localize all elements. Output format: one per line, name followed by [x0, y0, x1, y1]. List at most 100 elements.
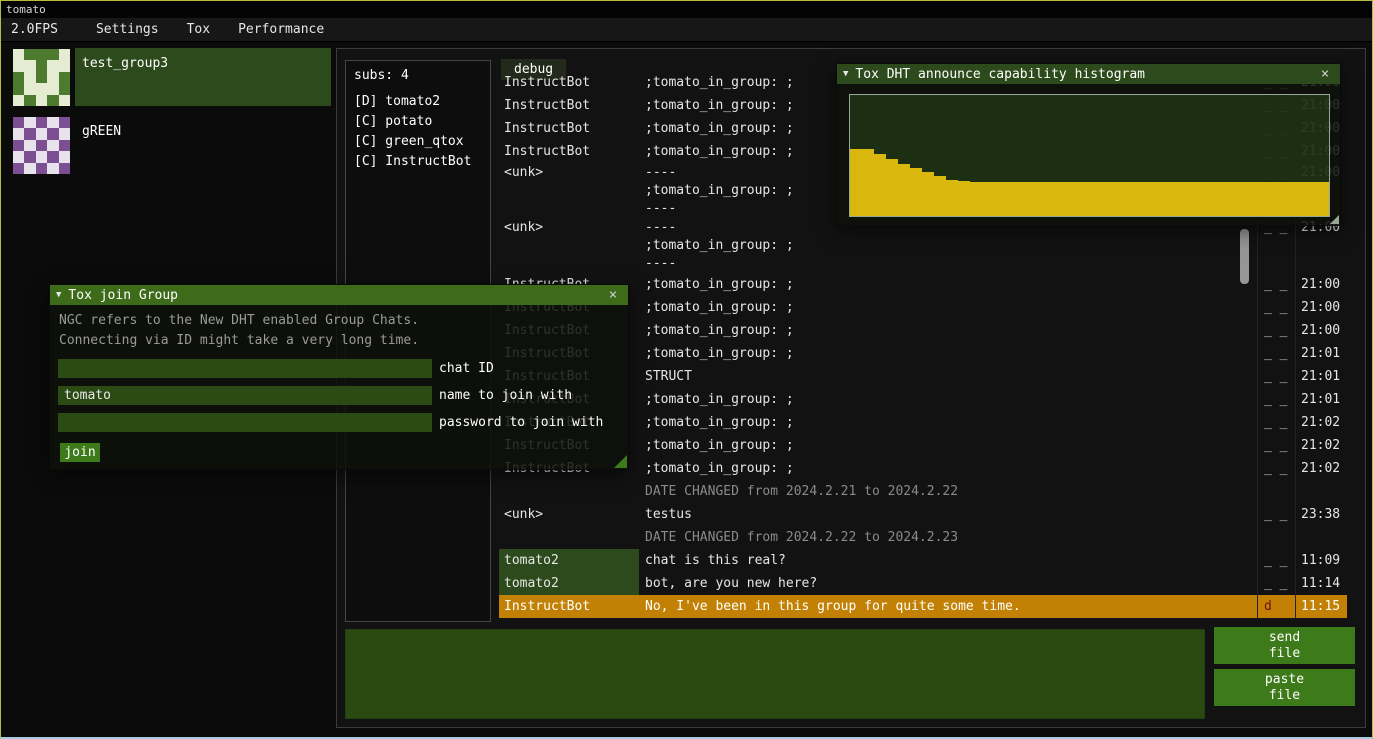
chat-row-flags: _ _ [1257, 296, 1295, 319]
chat-row-flags: _ _ [1257, 457, 1295, 480]
chat-row-text: ;tomato_in_group: ; [639, 457, 1239, 480]
menu-bar: 2.0FPS SettingsToxPerformance [1, 18, 1372, 42]
member-item[interactable]: [D] tomato2 [346, 92, 490, 112]
group-item-test_group3[interactable]: test_group3 [9, 48, 331, 106]
chat-scrollbar-thumb[interactable] [1240, 229, 1249, 284]
histogram-plot[interactable] [849, 94, 1330, 217]
join-field-row: name to join with [58, 385, 620, 405]
chat-row-time: 11:15 [1295, 595, 1347, 618]
histogram-bar [1137, 182, 1149, 216]
histogram-window: ▼ Tox DHT announce capability histogram … [836, 63, 1341, 226]
close-icon[interactable]: × [604, 287, 622, 303]
chat-row-time: 21:02 [1295, 411, 1347, 434]
join-window-titlebar[interactable]: ▼ Tox join Group × [50, 285, 628, 305]
histogram-bar [1053, 182, 1065, 216]
histogram-bar [1185, 182, 1197, 216]
chat-row-author: InstructBot [499, 140, 639, 163]
histogram-bar [1006, 182, 1018, 216]
chat-row-time: 21:02 [1295, 434, 1347, 457]
chat-row[interactable]: tomato2chat is this real?_ _11:09 [499, 549, 1347, 572]
chat-row-time: 21:01 [1295, 365, 1347, 388]
chat-row-gap [1239, 526, 1257, 549]
histogram-bar [958, 181, 970, 216]
member-item[interactable]: [C] potato [346, 112, 490, 132]
collapse-arrow-icon[interactable]: ▼ [56, 290, 61, 300]
message-input[interactable] [345, 629, 1205, 719]
chat-row-gap [1239, 480, 1257, 503]
join-description-line2: Connecting via ID might take a very long… [50, 331, 628, 351]
member-item[interactable]: [C] InstructBot [346, 152, 490, 172]
window-titlebar[interactable]: tomato [1, 1, 1372, 18]
histogram-bar [1293, 182, 1305, 216]
chat-row-time: 21:00 [1295, 273, 1347, 296]
histogram-bar [922, 172, 934, 216]
histogram-bar [970, 182, 982, 216]
group-name: test_group3 [82, 56, 168, 106]
chat-row-text: DATE CHANGED from 2024.2.22 to 2024.2.23 [639, 526, 1239, 549]
send-file-button[interactable]: send file [1214, 627, 1355, 664]
group-avatar [13, 117, 70, 174]
member-list: [D] tomato2[C] potato[C] green_qtox[C] I… [346, 92, 490, 172]
chat-row-gap [1239, 296, 1257, 319]
histogram-window-titlebar[interactable]: ▼ Tox DHT announce capability histogram … [837, 64, 1340, 84]
histogram-bar [1018, 182, 1030, 216]
chat-row-text: bot, are you new here? [639, 572, 1239, 595]
subs-count-label: subs: 4 [346, 61, 490, 92]
histogram-bar [850, 149, 862, 216]
chat-row-flags: _ _ [1257, 342, 1295, 365]
chat-row-gap [1239, 549, 1257, 572]
member-item[interactable]: [C] green_qtox [346, 132, 490, 152]
chat-row-time [1295, 526, 1347, 549]
chat-row-text: ;tomato_in_group: ; [639, 434, 1239, 457]
join-name-input[interactable] [58, 386, 432, 405]
group-item-gREEN[interactable]: gREEN [9, 116, 331, 174]
chat-row-author: <unk> [499, 163, 639, 218]
chat-row-flags [1257, 480, 1295, 503]
chat-row-flags: _ _ [1257, 411, 1295, 434]
chat-row-time: 21:00 [1295, 319, 1347, 342]
chat-row-flags: _ _ [1257, 273, 1295, 296]
chat-row-author: InstructBot [499, 94, 639, 117]
resize-grip-icon[interactable] [1330, 215, 1339, 224]
histogram-bar [1173, 182, 1185, 216]
join-password-input[interactable] [58, 413, 432, 432]
field-label: name to join with [439, 388, 572, 403]
menu-item-settings[interactable]: Settings [82, 18, 173, 42]
chat-row-flags: _ _ [1257, 388, 1295, 411]
menu-item-performance[interactable]: Performance [224, 18, 338, 42]
menu-item-tox[interactable]: Tox [173, 18, 224, 42]
chat-id-input[interactable] [58, 359, 432, 378]
chat-row-text: testus [639, 503, 1239, 526]
histogram-bar [1257, 182, 1269, 216]
chat-row-text: ;tomato_in_group: ; [639, 273, 1239, 296]
join-field-row: chat ID [58, 358, 620, 378]
chat-row-text: ;tomato_in_group: ; [639, 319, 1239, 342]
chat-row-author: <unk> [499, 218, 639, 273]
chat-row-text: STRUCT [639, 365, 1239, 388]
chat-row[interactable]: <unk>---- ;tomato_in_group: ; ----_ _21:… [499, 218, 1347, 273]
chat-row[interactable]: DATE CHANGED from 2024.2.21 to 2024.2.22 [499, 480, 1347, 503]
join-field-row: password to join with [58, 412, 620, 432]
histogram-bar [1209, 182, 1221, 216]
join-group-window: ▼ Tox join Group × NGC refers to the New… [49, 284, 629, 470]
chat-row-flags [1257, 526, 1295, 549]
histogram-bar [1030, 182, 1042, 216]
histogram-bar [934, 176, 946, 216]
chat-row[interactable]: InstructBotNo, I've been in this group f… [499, 595, 1347, 618]
resize-grip-icon[interactable] [614, 455, 627, 468]
field-label: password to join with [439, 415, 603, 430]
paste-file-button[interactable]: paste file [1214, 669, 1355, 706]
join-button[interactable]: join [60, 443, 100, 462]
histogram-bar [886, 159, 898, 216]
chat-row[interactable]: <unk>testus_ _23:38 [499, 503, 1347, 526]
chat-row[interactable]: tomato2bot, are you new here?_ _11:14 [499, 572, 1347, 595]
histogram-bar [1197, 182, 1209, 216]
chat-row-flags: _ _ [1257, 572, 1295, 595]
chat-row-gap [1239, 411, 1257, 434]
chat-row-author: InstructBot [499, 595, 639, 618]
chat-row-author: tomato2 [499, 549, 639, 572]
collapse-arrow-icon[interactable]: ▼ [843, 69, 848, 79]
chat-row-flags: _ _ [1257, 365, 1295, 388]
close-icon[interactable]: × [1316, 66, 1334, 82]
chat-row[interactable]: DATE CHANGED from 2024.2.22 to 2024.2.23 [499, 526, 1347, 549]
